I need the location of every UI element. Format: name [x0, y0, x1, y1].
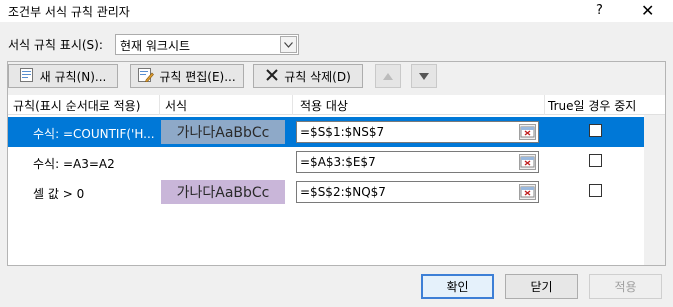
move-up-button[interactable] — [375, 64, 401, 88]
format-preview: 가나다AaBbCc — [161, 120, 285, 144]
close-label: 닫기 — [530, 280, 553, 294]
rule-row[interactable]: 수식: =A3=A2 =$A$3:$E$7 — [8, 147, 644, 177]
new-rule-label: 새 규칙(N)... — [39, 69, 107, 84]
applies-to-input[interactable]: =$A$3:$E$7 — [296, 151, 539, 173]
rule-condition: 수식: =A3=A2 — [33, 157, 115, 171]
new-rule-button[interactable]: 새 규칙(N)... — [8, 64, 118, 88]
delete-icon — [265, 68, 279, 85]
show-rules-label: 서식 규칙 표시(S): — [8, 38, 103, 52]
scope-dropdown[interactable]: 현재 워크시트 — [115, 34, 299, 55]
close-window-button[interactable]: ✕ — [641, 1, 654, 20]
ok-label: 확인 — [446, 280, 469, 294]
delete-rule-label: 규칙 삭제(D) — [284, 69, 351, 84]
col-divider[interactable] — [544, 95, 545, 115]
stop-if-true-checkbox[interactable] — [589, 154, 602, 167]
col-rule-header: 규칙(표시 순서대로 적용) — [13, 99, 141, 113]
rules-grid-header: 규칙(표시 순서대로 적용) 서식 적용 대상 True일 경우 중지 — [8, 95, 665, 115]
arrow-down-icon — [419, 73, 429, 80]
edit-rule-button[interactable]: 규칙 편집(E)... — [130, 64, 244, 88]
applies-to-value: =$A$3:$E$7 — [300, 155, 376, 169]
delete-rule-button[interactable]: 규칙 삭제(D) — [253, 64, 363, 88]
col-stop-header: True일 경우 중지 — [548, 99, 637, 113]
rule-condition: 셀 값 > 0 — [33, 187, 85, 201]
col-applies-header: 적용 대상 — [300, 99, 348, 113]
edit-rule-label: 규칙 편집(E)... — [159, 69, 236, 84]
col-divider[interactable] — [292, 95, 293, 115]
apply-label: 적용 — [614, 280, 637, 294]
applies-to-value: =$S$1:$NS$7 — [300, 125, 385, 139]
title-bar: 조건부 서식 규칙 관리자 ? ✕ — [0, 0, 673, 22]
rule-row[interactable]: 수식: =COUNTIF('H... 가나다AaBbCc =$S$1:$NS$7 — [8, 117, 644, 147]
edit-rule-icon — [138, 67, 155, 85]
scope-value: 현재 워크시트 — [120, 39, 191, 53]
new-rule-icon — [19, 67, 35, 85]
rules-grid: 수식: =COUNTIF('H... 가나다AaBbCc =$S$1:$NS$7… — [8, 115, 665, 265]
col-format-header: 서식 — [165, 99, 188, 113]
format-preview: 가나다AaBbCc — [161, 180, 285, 204]
close-button[interactable]: 닫기 — [505, 274, 578, 299]
dialog-title: 조건부 서식 규칙 관리자 — [8, 5, 130, 19]
range-select-icon[interactable] — [519, 184, 536, 200]
move-down-button[interactable] — [411, 64, 437, 88]
vertical-scrollbar[interactable] — [644, 115, 665, 265]
applies-to-input[interactable]: =$S$1:$NS$7 — [296, 121, 539, 143]
help-button[interactable]: ? — [596, 3, 603, 18]
apply-button[interactable]: 적용 — [589, 274, 662, 299]
col-divider[interactable] — [159, 95, 160, 115]
applies-to-value: =$S$2:$NQ$7 — [300, 185, 386, 199]
arrow-up-icon — [383, 73, 393, 80]
range-select-icon[interactable] — [519, 124, 536, 140]
applies-to-input[interactable]: =$S$2:$NQ$7 — [296, 181, 539, 203]
range-select-icon[interactable] — [519, 154, 536, 170]
stop-if-true-checkbox[interactable] — [589, 184, 602, 197]
chevron-down-icon[interactable] — [280, 36, 297, 53]
rule-row[interactable]: 셀 값 > 0 가나다AaBbCc =$S$2:$NQ$7 — [8, 177, 644, 207]
ok-button[interactable]: 확인 — [421, 274, 494, 299]
stop-if-true-checkbox[interactable] — [589, 124, 602, 137]
format-preview — [161, 150, 285, 174]
rule-condition: 수식: =COUNTIF('H... — [33, 127, 155, 141]
